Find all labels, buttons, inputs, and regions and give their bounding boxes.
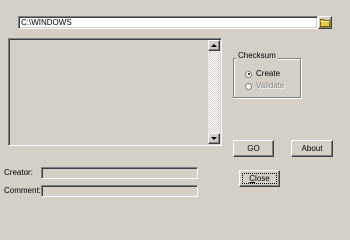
path-value: C:\WINDOWS	[21, 18, 72, 27]
radio-create-indicator[interactable]	[245, 70, 252, 78]
scroll-down-button[interactable]	[208, 133, 220, 144]
radio-validate-indicator[interactable]	[245, 82, 252, 90]
radio-validate-label: Validate	[256, 81, 285, 90]
arrow-up-icon	[211, 44, 217, 47]
arrow-down-icon	[211, 137, 217, 140]
radio-create-label: Create	[256, 69, 281, 78]
go-button[interactable]: GO	[233, 140, 274, 157]
creator-label: Creator:	[4, 168, 33, 177]
vertical-scrollbar[interactable]	[208, 40, 220, 144]
close-button-label: lose	[255, 174, 270, 183]
close-button[interactable]: Close	[239, 170, 280, 187]
creator-field[interactable]	[41, 167, 198, 179]
browse-folder-button[interactable]	[318, 16, 332, 29]
about-button[interactable]: About	[291, 140, 333, 157]
checksum-group-title: Checksum	[236, 51, 278, 61]
path-input[interactable]: C:\WINDOWS	[18, 16, 318, 29]
output-textarea[interactable]	[8, 38, 222, 146]
radio-validate[interactable]: Validate	[245, 81, 284, 91]
checksum-window: { "path": { "value": "C:\\WINDOWS" }, "b…	[0, 0, 350, 211]
scroll-up-button[interactable]	[208, 40, 220, 51]
comment-label: Comment:	[4, 186, 41, 195]
folder-icon	[320, 19, 330, 27]
radio-create[interactable]: Create	[245, 69, 280, 79]
comment-field[interactable]	[41, 185, 198, 197]
